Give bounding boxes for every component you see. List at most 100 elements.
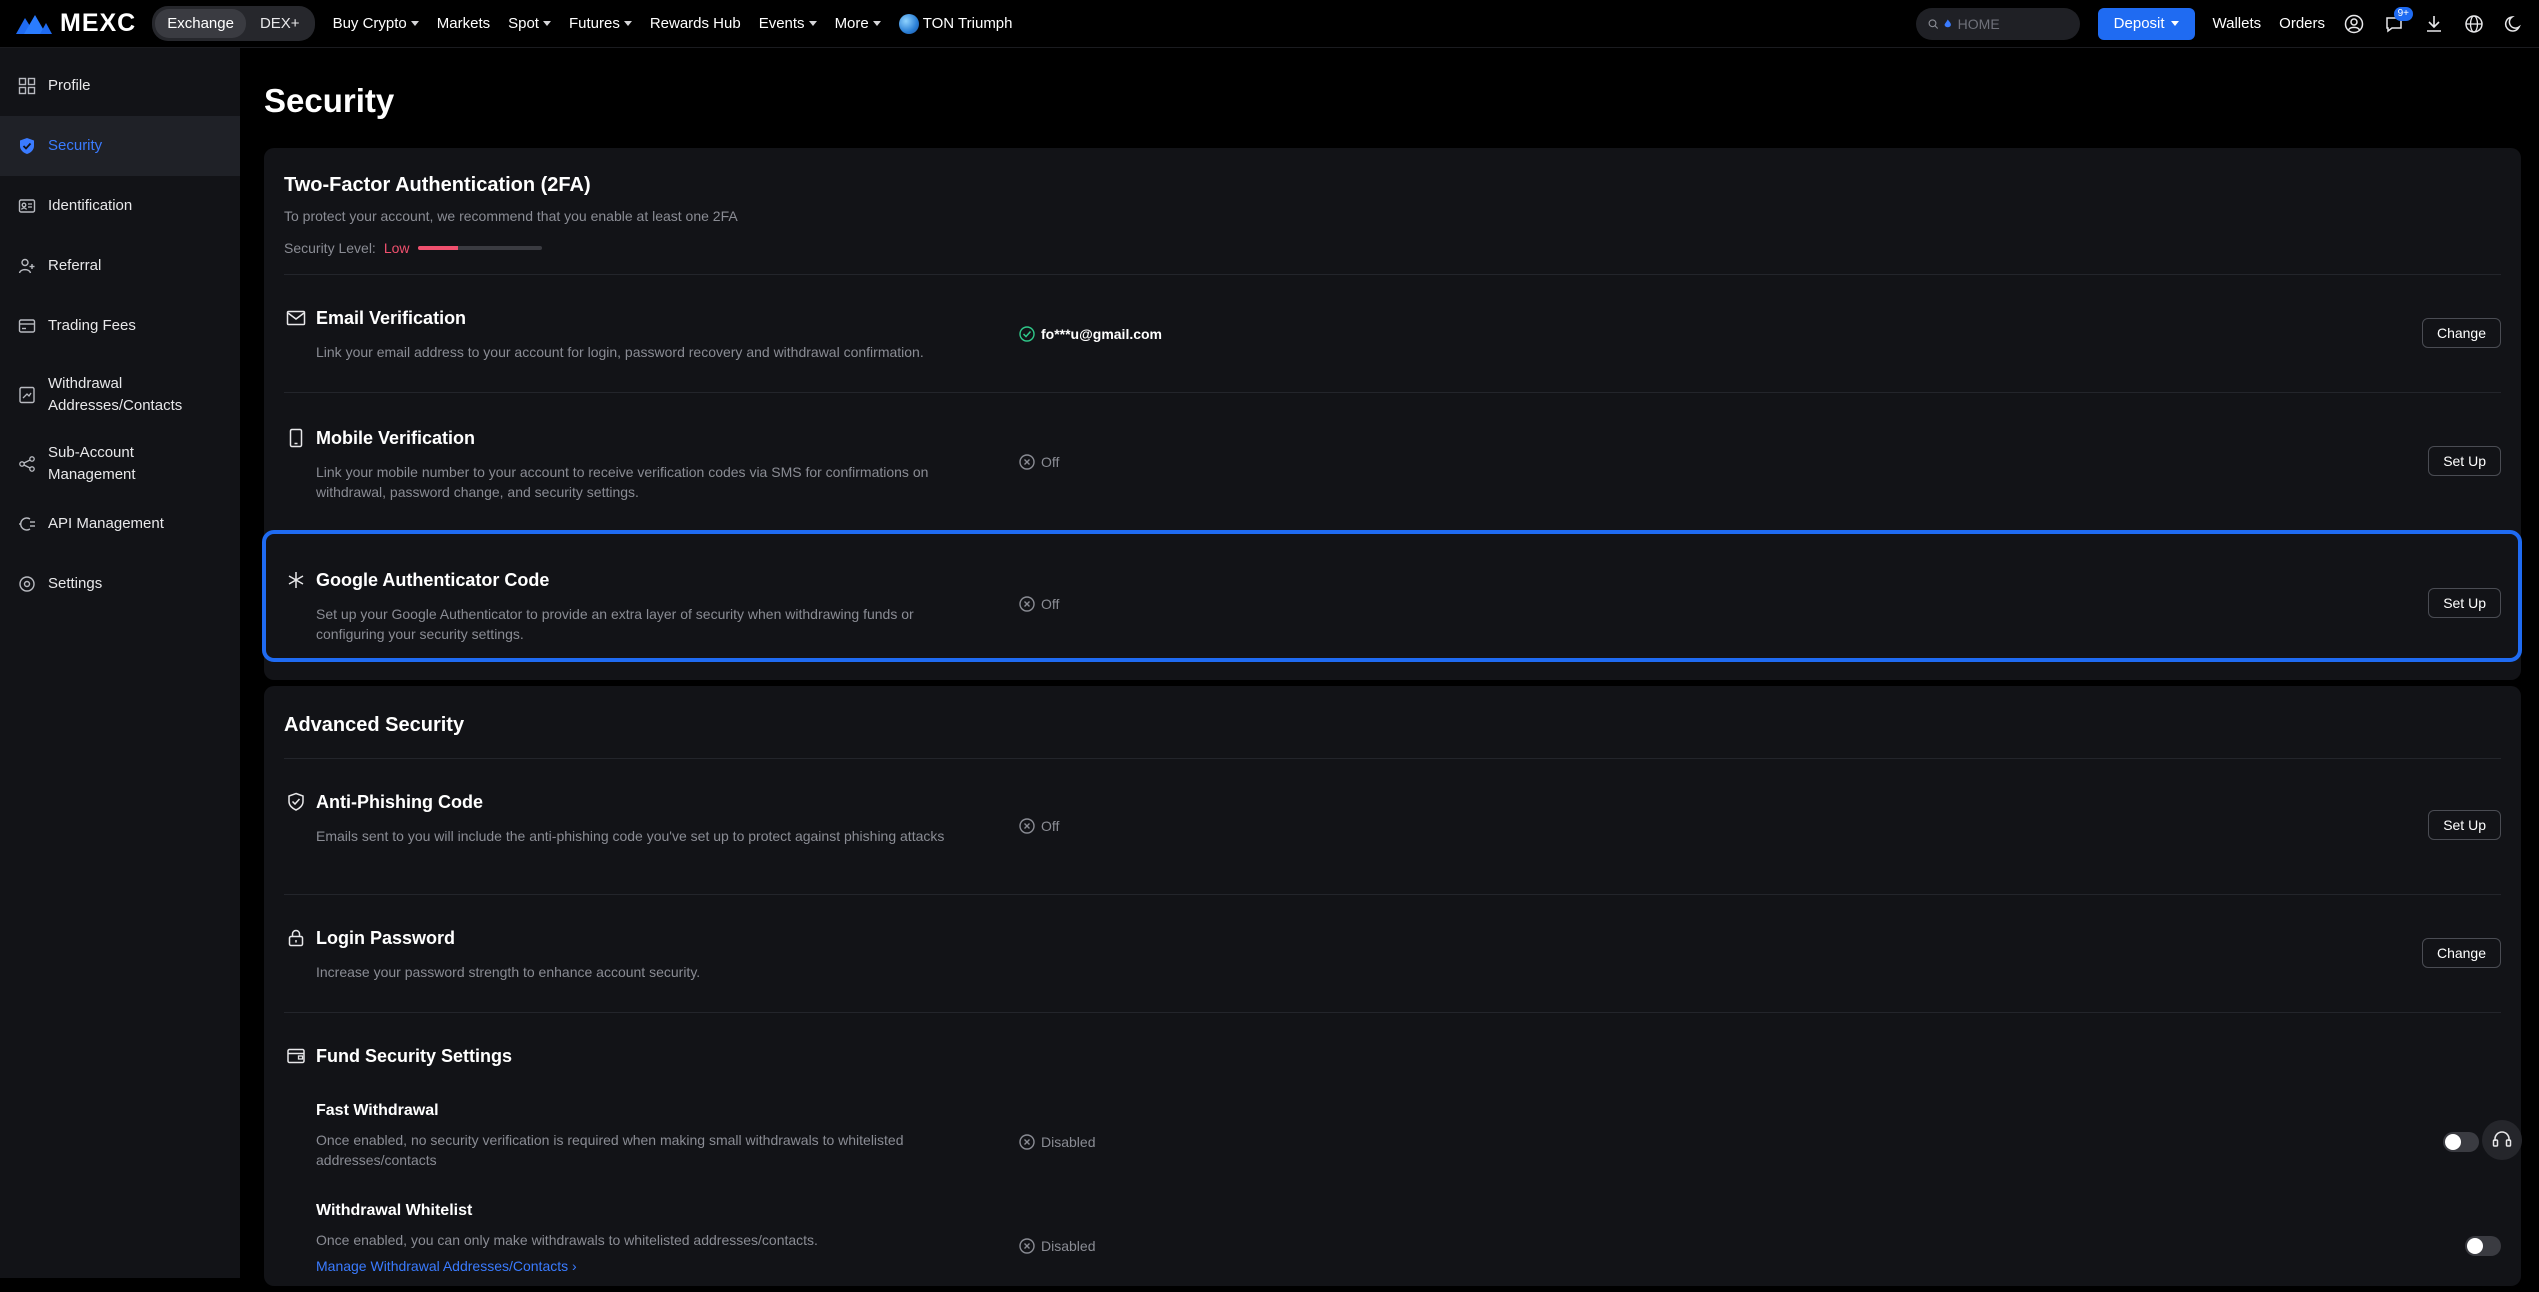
exchange-tab[interactable]: Exchange <box>155 9 246 38</box>
nav-buy-crypto-label: Buy Crypto <box>332 15 407 32</box>
off-x-circle-icon <box>1019 1134 1035 1150</box>
api-icon <box>19 517 35 531</box>
headset-icon <box>2492 1131 2512 1147</box>
nav-markets[interactable]: Markets <box>437 15 490 32</box>
globe-icon[interactable] <box>2463 13 2485 35</box>
chevron-down-icon <box>872 21 881 26</box>
chevron-down-icon <box>808 21 817 26</box>
sidebar-item-label: Trading Fees <box>48 317 136 334</box>
gear-icon <box>19 576 35 592</box>
off-x-circle-icon <box>1019 1238 1035 1254</box>
user-account-icon[interactable] <box>2343 13 2365 35</box>
nav-markets-label: Markets <box>436 15 491 32</box>
withdrawal-whitelist-desc: Once enabled, you can only make withdraw… <box>316 1232 818 1248</box>
deposit-button[interactable]: Deposit <box>2097 7 2195 40</box>
envelope-icon <box>286 310 306 326</box>
mobile-setup-button[interactable]: Set Up <box>2428 446 2501 476</box>
sub-account-icon <box>19 456 35 472</box>
email-verification-title: Email Verification <box>316 308 467 328</box>
sidebar-item-label: API Management <box>48 515 164 532</box>
account-sidebar: Profile Security Identification Referral… <box>0 48 240 1278</box>
fast-withdrawal-status-text: Disabled <box>1041 1134 1096 1150</box>
mobile-verification-status: Off <box>1019 454 1059 470</box>
nav-spot[interactable]: Spot <box>508 15 551 32</box>
google-authenticator-setup-button[interactable]: Set Up <box>2428 588 2501 618</box>
manage-withdrawal-addresses-link[interactable]: Manage Withdrawal Addresses/Contacts › <box>316 1258 577 1274</box>
dark-mode-moon-icon[interactable] <box>2503 13 2525 35</box>
nav-more-label: More <box>834 15 869 32</box>
sidebar-item-security[interactable]: Security <box>0 116 240 176</box>
nav-ton-triumph[interactable]: TON Triumph <box>898 13 1013 34</box>
asterisk-icon <box>288 572 304 588</box>
mobile-verification-row: Mobile Verification Link your mobile num… <box>264 392 2521 530</box>
manage-link-label: Manage Withdrawal Addresses/Contacts <box>316 1258 569 1274</box>
email-verification-status: fo***u@gmail.com <box>1019 326 1162 342</box>
security-level-value: Low <box>383 240 410 256</box>
customer-support-button[interactable] <box>2482 1120 2522 1160</box>
search-box[interactable] <box>1915 7 2080 40</box>
nav-events-label: Events <box>758 15 805 32</box>
main-menu: Buy Crypto Markets Spot Futures Rewards … <box>333 13 1013 34</box>
anti-phishing-title: Anti-Phishing Code <box>316 792 483 812</box>
profile-icon <box>18 77 36 95</box>
chevron-down-icon <box>2170 21 2179 26</box>
google-authenticator-status: Off <box>1019 596 1059 612</box>
dex-tab[interactable]: DEX+ <box>248 9 312 38</box>
mobile-status-text: Off <box>1041 454 1060 470</box>
fees-icon <box>18 319 36 333</box>
wallet-icon <box>287 1048 305 1064</box>
notification-icon[interactable]: 9+ <box>2383 6 2413 35</box>
sidebar-item-profile[interactable]: Profile <box>0 56 240 116</box>
lock-icon <box>288 929 304 947</box>
sidebar-item-label: Withdrawal Addresses/Contacts <box>48 375 183 414</box>
withdrawal-whitelist-status: Disabled <box>1019 1238 1095 1254</box>
nav-spot-label: Spot <box>508 15 539 32</box>
mexc-logo[interactable]: MEXC <box>16 9 136 38</box>
fund-security-title: Fund Security Settings <box>316 1046 513 1066</box>
login-password-change-button[interactable]: Change <box>2421 938 2501 968</box>
sidebar-item-referral[interactable]: Referral <box>0 236 240 296</box>
google-authenticator-row: Google Authenticator Code Set up your Go… <box>264 530 2521 668</box>
email-change-button[interactable]: Change <box>2421 318 2501 348</box>
sidebar-item-label: Settings <box>48 575 103 592</box>
fast-withdrawal-toggle[interactable] <box>2443 1132 2479 1152</box>
anti-phishing-desc: Emails sent to you will include the anti… <box>316 828 945 844</box>
chevron-down-icon <box>410 21 419 26</box>
nav-rewards-hub[interactable]: Rewards Hub <box>650 15 741 32</box>
sidebar-item-identification[interactable]: Identification <box>0 176 240 236</box>
orders-link[interactable]: Orders <box>2279 15 2325 32</box>
withdrawal-whitelist-toggle[interactable] <box>2465 1236 2501 1256</box>
nav-events[interactable]: Events <box>759 15 817 32</box>
security-level: Security Level: Low <box>284 240 542 256</box>
nav-right: Deposit Wallets Orders 9+ <box>1915 6 2539 40</box>
sidebar-item-sub-account[interactable]: Sub-Account Management <box>0 434 240 494</box>
sidebar-item-withdrawal-addresses[interactable]: Withdrawal Addresses/Contacts <box>0 356 240 434</box>
sidebar-item-trading-fees[interactable]: Trading Fees <box>0 296 240 356</box>
nav-more[interactable]: More <box>835 15 881 32</box>
toggle-knob <box>2445 1134 2461 1150</box>
twofa-subtitle: To protect your account, we recommend th… <box>284 208 738 224</box>
flame-icon <box>1944 19 1952 27</box>
nav-futures[interactable]: Futures <box>569 15 632 32</box>
advanced-security-title: Advanced Security <box>284 714 465 736</box>
anti-phishing-status: Off <box>1019 818 1059 834</box>
fast-withdrawal-title: Fast Withdrawal <box>316 1102 439 1119</box>
check-circle-icon <box>1019 326 1035 342</box>
anti-phishing-setup-button[interactable]: Set Up <box>2428 810 2501 840</box>
google-authenticator-title: Google Authenticator Code <box>316 570 550 590</box>
sidebar-item-api-management[interactable]: API Management <box>0 494 240 554</box>
mobile-phone-icon <box>289 428 303 448</box>
download-icon[interactable] <box>2423 13 2445 35</box>
notification-badge: 9+ <box>2393 6 2413 21</box>
twofa-title: Two-Factor Authentication (2FA) <box>284 174 591 196</box>
fast-withdrawal-desc: Once enabled, no security verification i… <box>316 1132 904 1168</box>
nav-buy-crypto[interactable]: Buy Crypto <box>333 15 419 32</box>
wallets-link[interactable]: Wallets <box>2213 15 2262 32</box>
advanced-security-card: Advanced Security Anti-Phishing Code Ema… <box>264 686 2521 1286</box>
search-input[interactable] <box>1957 15 2068 32</box>
sidebar-item-settings[interactable]: Settings <box>0 554 240 614</box>
shield-icon <box>20 138 34 154</box>
top-navigation: MEXC Exchange DEX+ Buy Crypto Markets Sp… <box>0 0 2539 48</box>
mobile-verification-title: Mobile Verification <box>316 428 476 448</box>
withdrawal-whitelist-title: Withdrawal Whitelist <box>316 1202 473 1219</box>
